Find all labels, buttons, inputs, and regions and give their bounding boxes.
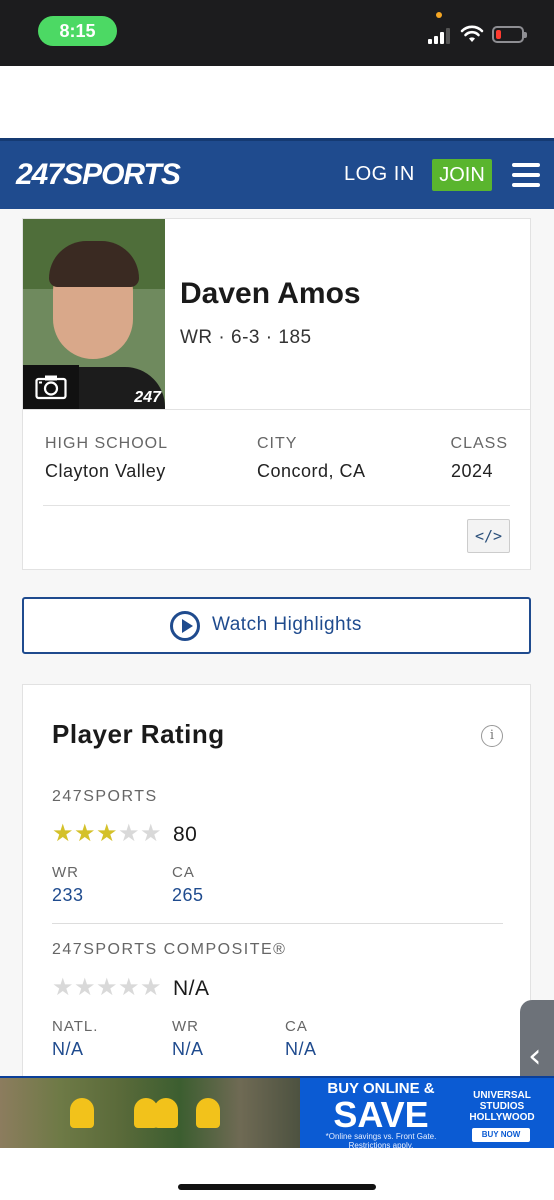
composite-position-rank-value: N/A [172, 1039, 204, 1059]
ad-save-text: SAVE [333, 1094, 429, 1135]
privacy-indicator-dot [436, 12, 442, 18]
ad-buy-now-button[interactable]: BUY NOW [472, 1128, 530, 1142]
camera-icon[interactable] [23, 365, 79, 409]
national-rank-label: NATL. [52, 1018, 99, 1035]
player-rating-card: Player Rating i 247SPORTS ★ ★ ★ ★ ★ 80 WR 23… [22, 684, 531, 1084]
star-empty-icon: ★ [74, 974, 96, 1001]
player-name: Daven Amos [180, 277, 361, 310]
play-circle-icon [170, 611, 200, 641]
city-label: CITY [257, 435, 298, 452]
player-profile-card: 247 Daven Amos WR · 6-3 · 185 HIGH SCHOO… [22, 218, 531, 570]
join-button[interactable]: JOIN [432, 159, 492, 191]
hamburger-menu-icon[interactable] [512, 163, 540, 187]
status-time: 8:15 [38, 16, 117, 46]
embed-code-button[interactable]: </> [467, 519, 510, 553]
class-label: CLASS [450, 435, 508, 452]
ad-image [0, 1078, 300, 1148]
info-icon[interactable]: i [481, 725, 503, 747]
watch-highlights-button[interactable]: Watch Highlights [22, 597, 531, 654]
player-position-measurables: WR · 6-3 · 185 [180, 327, 312, 348]
wifi-icon [460, 25, 484, 42]
photo-watermark: 247 [134, 389, 161, 406]
star-empty-icon: ★ [96, 974, 118, 1001]
star-empty-icon: ★ [118, 974, 140, 1001]
composite-score: N/A [173, 977, 210, 1000]
battery-low-icon [492, 26, 527, 43]
star-filled-icon: ★ [96, 820, 118, 847]
state-rank-value[interactable]: 265 [172, 885, 204, 906]
star-filled-icon: ★ [74, 820, 96, 847]
rating-title: Player Rating [52, 719, 225, 749]
position-rank-value[interactable]: 233 [52, 885, 84, 906]
247sports-score: 80 [173, 823, 198, 846]
ad-banner[interactable]: BUY ONLINE & SAVE *Online savings vs. Fr… [0, 1076, 554, 1150]
browser-blank-area [0, 66, 554, 138]
star-empty-icon: ★ [140, 974, 162, 1001]
composite-rating-label: 247SPORTS COMPOSITE® [52, 941, 287, 958]
star-empty-icon: ★ [118, 820, 140, 847]
247sports-rating-label: 247SPORTS [52, 788, 158, 805]
composite-state-rank-value: N/A [285, 1039, 317, 1059]
composite-position-rank-label: WR [172, 1018, 199, 1035]
composite-state-rank-label: CA [285, 1018, 308, 1035]
status-bar: 8:15 [0, 0, 554, 66]
site-header: 247SPORTS LOG IN JOIN [0, 138, 554, 209]
ad-brand-logo: UNIVERSAL STUDIOS HOLLYWOOD [469, 1090, 535, 1123]
national-rank-value: N/A [52, 1039, 84, 1059]
login-link[interactable]: LOG IN [344, 163, 415, 186]
chevron-left-icon: ‹ [528, 1036, 542, 1076]
divider [43, 505, 510, 506]
star-empty-icon: ★ [52, 974, 74, 1001]
high-school-value[interactable]: Clayton Valley [45, 461, 166, 482]
state-rank-label: CA [172, 864, 195, 881]
high-school-label: HIGH SCHOOL [45, 435, 169, 452]
cellular-signal-icon [428, 26, 454, 44]
divider [52, 923, 503, 924]
class-value: 2024 [451, 461, 494, 481]
star-filled-icon: ★ [52, 820, 74, 847]
divider [23, 409, 530, 410]
star-empty-icon: ★ [140, 820, 162, 847]
bottom-safe-area [0, 1148, 554, 1200]
position-rank-label: WR [52, 864, 79, 881]
city-value: Concord, CA [257, 461, 366, 481]
home-indicator[interactable] [178, 1184, 376, 1190]
site-logo[interactable]: 247SPORTS [16, 158, 181, 192]
watch-highlights-label: Watch Highlights [212, 614, 362, 635]
